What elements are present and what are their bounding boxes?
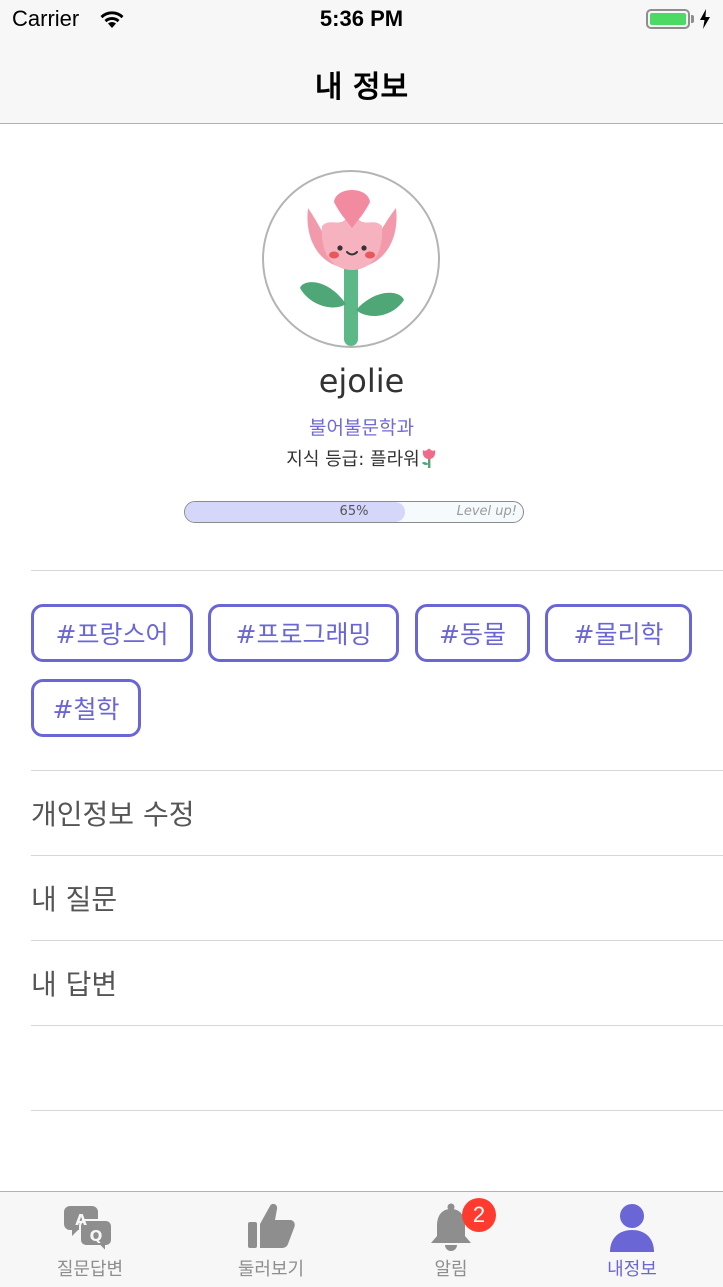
svg-text:Q: Q — [90, 1227, 103, 1245]
tab-my-info[interactable]: 내정보 — [542, 1192, 722, 1287]
level-up-label: Level up! — [456, 504, 517, 519]
divider — [31, 570, 723, 571]
grade-text: 지식 등급: 플라워 — [286, 449, 420, 470]
department-label: 불어불문학과 — [309, 417, 414, 439]
tab-qa[interactable]: A Q 질문답변 — [0, 1192, 180, 1287]
person-icon — [542, 1202, 722, 1252]
tab-notifications-label: 알림 — [434, 1259, 468, 1280]
avatar[interactable] — [262, 170, 440, 348]
navigation-bar: 내 정보 — [0, 40, 723, 124]
tab-browse[interactable]: 둘러보기 — [181, 1192, 361, 1287]
tab-notifications[interactable]: 알림 — [361, 1192, 541, 1287]
thumbs-up-icon — [181, 1202, 361, 1252]
tab-browse-label: 둘러보기 — [237, 1259, 305, 1280]
svg-text:A: A — [75, 1211, 87, 1229]
knowledge-grade: 지식 등급: 플라워 — [0, 445, 723, 473]
page-title: 내 정보 — [314, 70, 409, 105]
battery-icon — [646, 9, 690, 29]
tab-bar: A Q 질문답변 둘러보기 알림 내정보 — [0, 1191, 723, 1287]
qa-bubble-icon: A Q — [0, 1202, 180, 1252]
tab-my-info-label: 내정보 — [607, 1259, 657, 1280]
clock: 5:36 PM — [319, 6, 404, 31]
tulip-avatar-icon — [300, 190, 404, 346]
tag-physics[interactable]: #물리학 — [545, 604, 692, 662]
tag-french[interactable]: #프랑스어 — [31, 604, 193, 662]
menu-edit-profile[interactable]: 개인정보 수정 — [31, 770, 723, 855]
menu-my-answers[interactable]: 내 답변 — [31, 940, 723, 1025]
tag-programming[interactable]: #프로그래밍 — [208, 604, 399, 662]
username: ejolie — [318, 362, 405, 400]
tab-qa-label: 질문답변 — [56, 1259, 124, 1280]
divider — [31, 1110, 723, 1111]
level-progress-bar: 65% Level up! — [184, 501, 524, 523]
menu-my-questions[interactable]: 내 질문 — [31, 855, 723, 940]
divider — [31, 1025, 723, 1026]
notification-badge: 2 — [462, 1198, 496, 1232]
status-bar: Carrier 5:36 PM — [0, 0, 723, 40]
bell-icon — [361, 1202, 541, 1252]
battery-tip — [691, 15, 694, 23]
tag-animals[interactable]: #동물 — [415, 604, 530, 662]
tulip-icon — [421, 448, 437, 473]
charging-bolt-icon — [699, 8, 711, 34]
tag-philosophy[interactable]: #철학 — [31, 679, 141, 737]
